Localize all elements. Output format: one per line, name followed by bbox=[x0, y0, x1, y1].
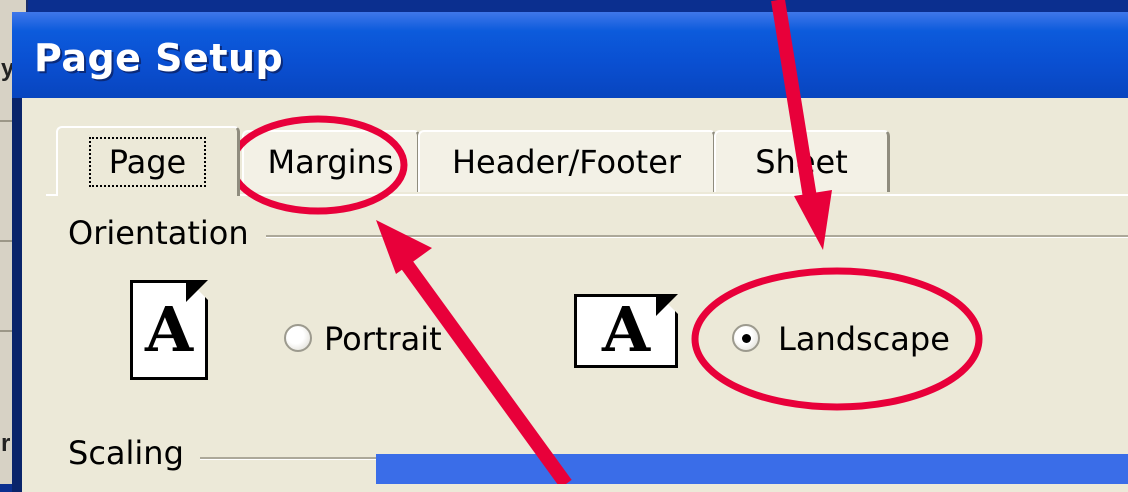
tab-header-footer-label: Header/Footer bbox=[451, 143, 682, 181]
orientation-group-label: Orientation bbox=[68, 214, 249, 252]
tab-page[interactable]: Page bbox=[56, 126, 240, 196]
dialog-body: Page Margins Header/Footer Sheet Orienta… bbox=[22, 98, 1128, 492]
orientation-group-divider bbox=[266, 235, 1128, 238]
scaling-highlight-region bbox=[376, 454, 1128, 484]
page-setup-dialog: Page Setup Page Margins Header/Footer Sh… bbox=[12, 12, 1128, 492]
tab-header-footer[interactable]: Header/Footer bbox=[418, 130, 716, 192]
scaling-group-divider bbox=[200, 457, 382, 460]
portrait-label[interactable]: Portrait bbox=[324, 320, 442, 358]
landscape-label[interactable]: Landscape bbox=[778, 320, 950, 358]
scaling-group-label: Scaling bbox=[68, 434, 184, 472]
landscape-page-icon: A bbox=[574, 293, 678, 368]
tab-margins[interactable]: Margins bbox=[242, 130, 420, 192]
tab-page-label: Page bbox=[88, 137, 207, 187]
portrait-radio[interactable] bbox=[284, 324, 312, 352]
portrait-page-icon: A bbox=[130, 280, 208, 380]
landscape-radio[interactable] bbox=[732, 324, 760, 352]
background-text: r bbox=[1, 430, 11, 457]
tab-sheet[interactable]: Sheet bbox=[714, 130, 890, 192]
tab-margins-label: Margins bbox=[267, 143, 394, 181]
tab-sheet-label: Sheet bbox=[755, 143, 848, 181]
title-bar[interactable]: Page Setup bbox=[12, 12, 1128, 98]
landscape-radio-selected-dot bbox=[742, 334, 751, 343]
window-title: Page Setup bbox=[34, 36, 284, 80]
